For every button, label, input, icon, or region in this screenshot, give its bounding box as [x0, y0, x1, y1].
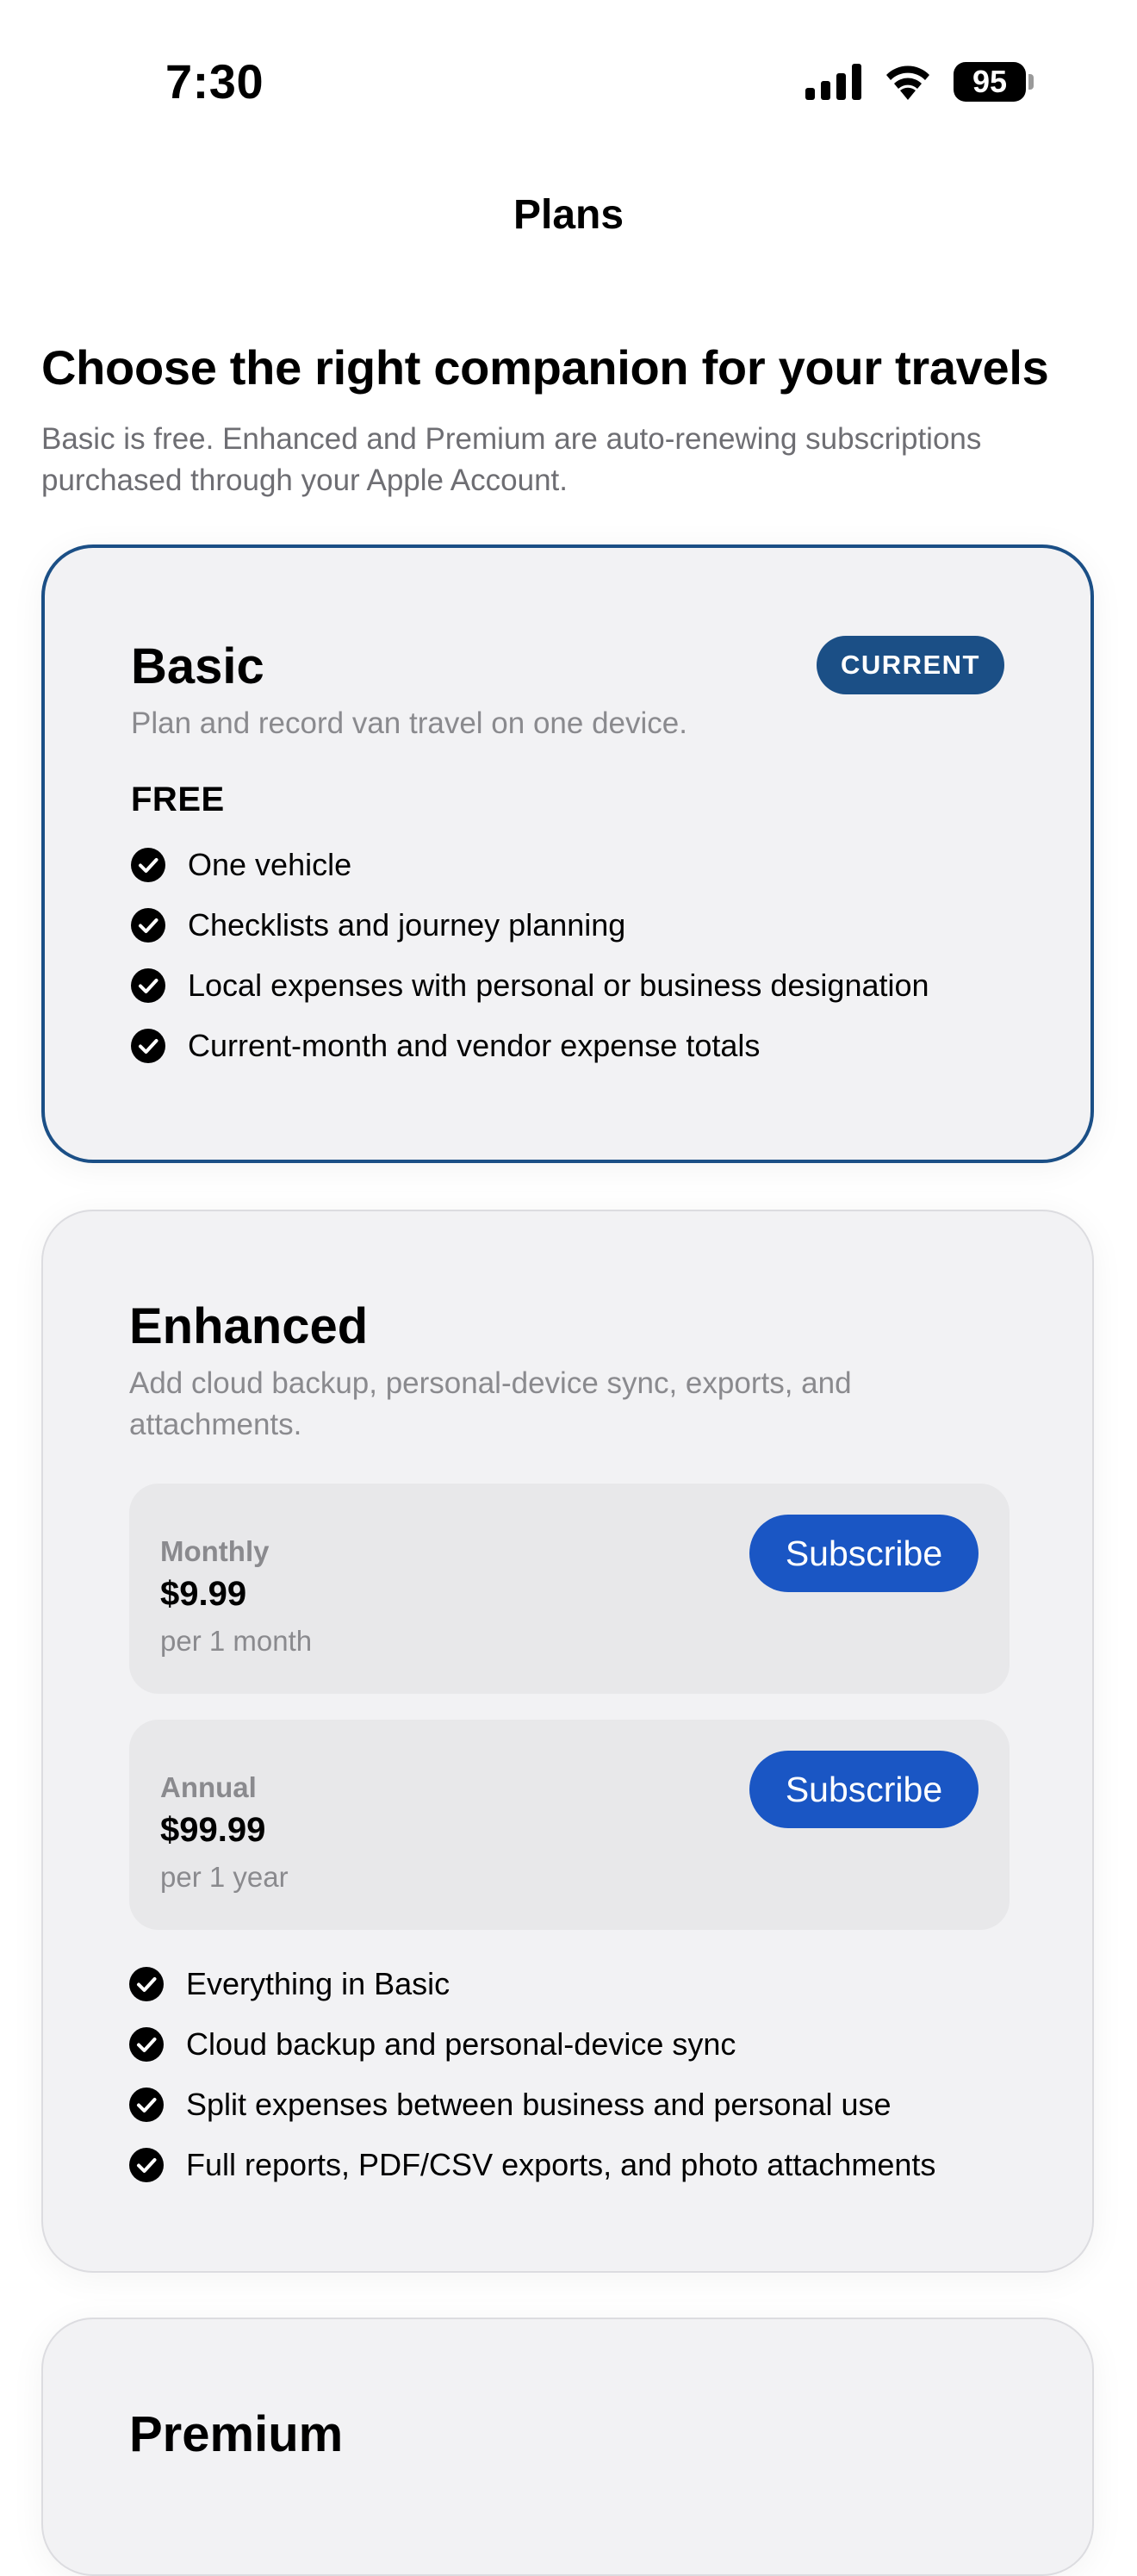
- plan-card-enhanced[interactable]: Enhanced Add cloud backup, personal-devi…: [41, 1210, 1094, 2273]
- checkmark-circle-icon: [129, 2088, 164, 2122]
- cellular-signal-icon: [805, 64, 862, 100]
- nav-title: Plans: [513, 192, 624, 238]
- checkmark-circle-icon: [129, 2027, 164, 2062]
- plan-name: Enhanced: [129, 1298, 369, 1354]
- subscribe-monthly-button[interactable]: Subscribe: [749, 1515, 979, 1592]
- checkmark-circle-icon: [131, 968, 165, 1003]
- option-term: per 1 month: [160, 1625, 313, 1657]
- option-term: per 1 year: [160, 1861, 289, 1893]
- subscribe-annual-button[interactable]: Subscribe: [749, 1751, 979, 1828]
- feature-label: Split expenses between business and pers…: [186, 2087, 892, 2122]
- feature-label: Full reports, PDF/CSV exports, and photo…: [186, 2147, 936, 2182]
- checkmark-circle-icon: [129, 2148, 164, 2182]
- plan-card-basic[interactable]: Basic CURRENT Plan and record van travel…: [41, 544, 1094, 1163]
- feature-item: Cloud backup and personal-device sync: [129, 2014, 1006, 2075]
- option-period: Monthly: [160, 1535, 270, 1567]
- battery-tip: [1028, 74, 1034, 90]
- checkmark-circle-icon: [131, 1029, 165, 1063]
- page-subtitle: Basic is free. Enhanced and Premium are …: [41, 422, 982, 497]
- subscription-option-annual: Annual $99.99 per 1 year Subscribe: [129, 1720, 1010, 1930]
- feature-label: Checklists and journey planning: [188, 907, 626, 943]
- feature-label: One vehicle: [188, 847, 352, 882]
- current-plan-badge: CURRENT: [816, 636, 1004, 694]
- page-heading: Choose the right companion for your trav…: [41, 340, 1049, 395]
- feature-list: Everything in Basic Cloud backup and per…: [129, 1954, 1006, 2195]
- status-time: 7:30: [165, 54, 264, 109]
- feature-item: One vehicle: [131, 835, 1004, 895]
- feature-item: Current-month and vendor expense totals: [131, 1016, 1004, 1076]
- feature-item: Local expenses with personal or business…: [131, 955, 1004, 1016]
- plan-description: Plan and record van travel on one device…: [131, 706, 687, 740]
- plan-card-premium[interactable]: Premium: [41, 2318, 1094, 2576]
- checkmark-circle-icon: [129, 1967, 164, 2001]
- checkmark-circle-icon: [131, 848, 165, 882]
- feature-label: Everything in Basic: [186, 1966, 450, 2001]
- feature-label: Current-month and vendor expense totals: [188, 1028, 761, 1063]
- subscription-option-monthly: Monthly $9.99 per 1 month Subscribe: [129, 1484, 1010, 1694]
- plan-price: FREE: [131, 781, 225, 818]
- option-period: Annual: [160, 1771, 257, 1803]
- battery-level: 95: [954, 62, 1026, 102]
- status-bar: 7:30 95: [0, 0, 1137, 164]
- status-icons: 95: [805, 60, 1034, 103]
- feature-list: One vehicle Checklists and journey plann…: [131, 835, 1004, 1076]
- feature-item: Split expenses between business and pers…: [129, 2075, 1006, 2135]
- wifi-icon: [883, 64, 933, 100]
- option-price: $99.99: [160, 1811, 266, 1849]
- checkmark-circle-icon: [131, 908, 165, 943]
- feature-label: Cloud backup and personal-device sync: [186, 2026, 736, 2062]
- battery-icon: 95: [954, 62, 1034, 102]
- feature-label: Local expenses with personal or business…: [188, 968, 929, 1003]
- feature-item: Full reports, PDF/CSV exports, and photo…: [129, 2135, 1006, 2195]
- plan-name: Premium: [129, 2406, 344, 2462]
- feature-item: Everything in Basic: [129, 1954, 1006, 2014]
- option-price: $9.99: [160, 1575, 247, 1613]
- plan-description: Add cloud backup, personal-device sync, …: [129, 1366, 852, 1441]
- feature-item: Checklists and journey planning: [131, 895, 1004, 955]
